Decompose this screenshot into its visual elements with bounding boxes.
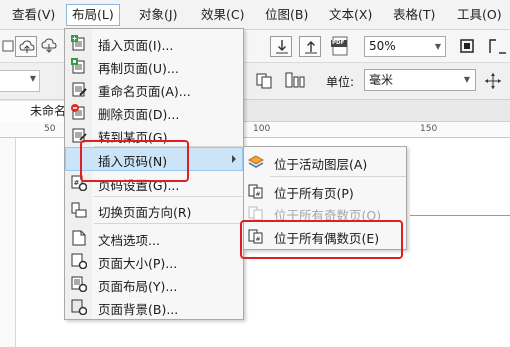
menu-item-label: 重命名页面(A)... <box>98 84 191 99</box>
page-size-icon <box>71 253 88 270</box>
submenu-item-label: 位于活动图层(A) <box>274 157 368 172</box>
zoom-value: 50% <box>369 39 396 53</box>
menu-item-duplicate-page[interactable]: 再制页面(U)... <box>65 54 243 78</box>
submenu-item-all-pages[interactable]: # 位于所有页(P) <box>244 179 406 203</box>
document-options-icon <box>71 230 87 246</box>
menu-item-page-background[interactable]: 页面背景(B)... <box>65 295 243 319</box>
menu-item-label: 文档选项... <box>98 233 160 248</box>
ruler-label-100: 100 <box>253 124 271 134</box>
duplicate-page-icon <box>71 58 87 74</box>
document-tab[interactable]: 未命名 <box>0 101 68 122</box>
unit-label: 单位: <box>326 75 355 89</box>
highlight-even-pages <box>240 220 403 259</box>
rename-page-icon <box>71 81 87 97</box>
upload-button[interactable] <box>15 36 37 57</box>
current-page-size-icon[interactable] <box>284 71 306 92</box>
menu-item-insert-page[interactable]: 插入页面(I)... <box>65 31 243 55</box>
all-pages-size-icon[interactable] <box>256 71 274 92</box>
svg-text:#: # <box>74 179 80 187</box>
cloud-upload-icon <box>19 40 35 53</box>
vertical-ruler[interactable] <box>0 138 16 347</box>
menu-bar: 查看(V) 布局(L) 对象(J) 效果(C) 位图(B) 文本(X) 表格(T… <box>0 0 510 30</box>
menu-item-label: 插入页面(I)... <box>98 38 174 53</box>
ruler-label-50: 50 <box>44 124 56 134</box>
page-border <box>410 215 510 216</box>
menu-item-document-options[interactable]: 文档选项... <box>65 226 243 250</box>
snap-icon[interactable] <box>488 37 508 58</box>
menu-item-delete-page[interactable]: 删除页面(D)... <box>65 100 243 124</box>
menu-view[interactable]: 查看(V) <box>7 4 60 26</box>
menu-separator <box>270 176 406 177</box>
submenu-item-active-layer[interactable]: 位于活动图层(A) <box>244 150 406 174</box>
page-background-icon <box>71 299 88 316</box>
layers-icon <box>247 154 265 170</box>
import-button[interactable] <box>270 36 292 57</box>
menu-item-label: 切换页面方向(R) <box>98 205 192 220</box>
cloud-download-icon[interactable] <box>41 38 57 57</box>
full-screen-icon[interactable] <box>458 37 476 58</box>
menu-item-label: 删除页面(D)... <box>98 107 180 122</box>
menu-item-rename-page[interactable]: 重命名页面(A)... <box>65 77 243 101</box>
menu-item-label: 页面布局(Y)... <box>98 279 178 294</box>
delete-page-icon <box>71 104 87 120</box>
menu-item-label: 页面大小(P)... <box>98 256 178 271</box>
menu-table[interactable]: 表格(T) <box>388 4 440 26</box>
menu-item-page-size[interactable]: 页面大小(P)... <box>65 249 243 273</box>
document-tab-title: 未命名 <box>30 104 67 118</box>
import-icon <box>276 40 288 54</box>
menu-item-page-layout[interactable]: 页面布局(Y)... <box>65 272 243 296</box>
ruler-label-150: 150 <box>420 124 438 134</box>
nudge-icon[interactable] <box>484 72 502 93</box>
menu-bitmaps[interactable]: 位图(B) <box>260 4 313 26</box>
menu-text[interactable]: 文本(X) <box>324 4 377 26</box>
all-pages-icon: # <box>248 183 264 199</box>
export-button[interactable] <box>299 36 321 57</box>
unit-dropdown-arrow[interactable]: ▼ <box>460 70 474 90</box>
submenu-item-label: 位于所有页(P) <box>274 186 354 201</box>
export-icon <box>305 41 317 54</box>
zoom-dropdown-arrow[interactable]: ▼ <box>431 37 445 56</box>
publish-pdf-button[interactable]: PDF <box>330 36 352 57</box>
svg-text:#: # <box>256 191 261 198</box>
unit-value: 毫米 <box>369 73 394 87</box>
page-size-select[interactable]: ▼ <box>0 70 40 92</box>
menu-tools[interactable]: 工具(O) <box>452 4 507 26</box>
menu-item-label: 页面背景(B)... <box>98 302 179 317</box>
submenu-arrow-icon <box>232 155 236 163</box>
menu-separator <box>94 223 242 224</box>
menu-item-switch-orientation[interactable]: 切换页面方向(R) <box>65 198 243 222</box>
pdf-label: PDF <box>332 40 345 46</box>
menu-separator <box>94 196 242 197</box>
menu-item-label: 再制页面(U)... <box>98 61 179 76</box>
odd-pages-icon <box>248 205 264 221</box>
open-icon[interactable] <box>2 37 14 56</box>
menu-object[interactable]: 对象(J) <box>134 4 182 26</box>
highlight-insert-page-number <box>80 140 189 182</box>
switch-orientation-icon <box>71 202 87 218</box>
page-layout-icon <box>71 276 88 293</box>
menu-layout[interactable]: 布局(L) <box>66 4 120 26</box>
menu-effects[interactable]: 效果(C) <box>196 4 249 26</box>
insert-page-icon <box>71 35 87 51</box>
